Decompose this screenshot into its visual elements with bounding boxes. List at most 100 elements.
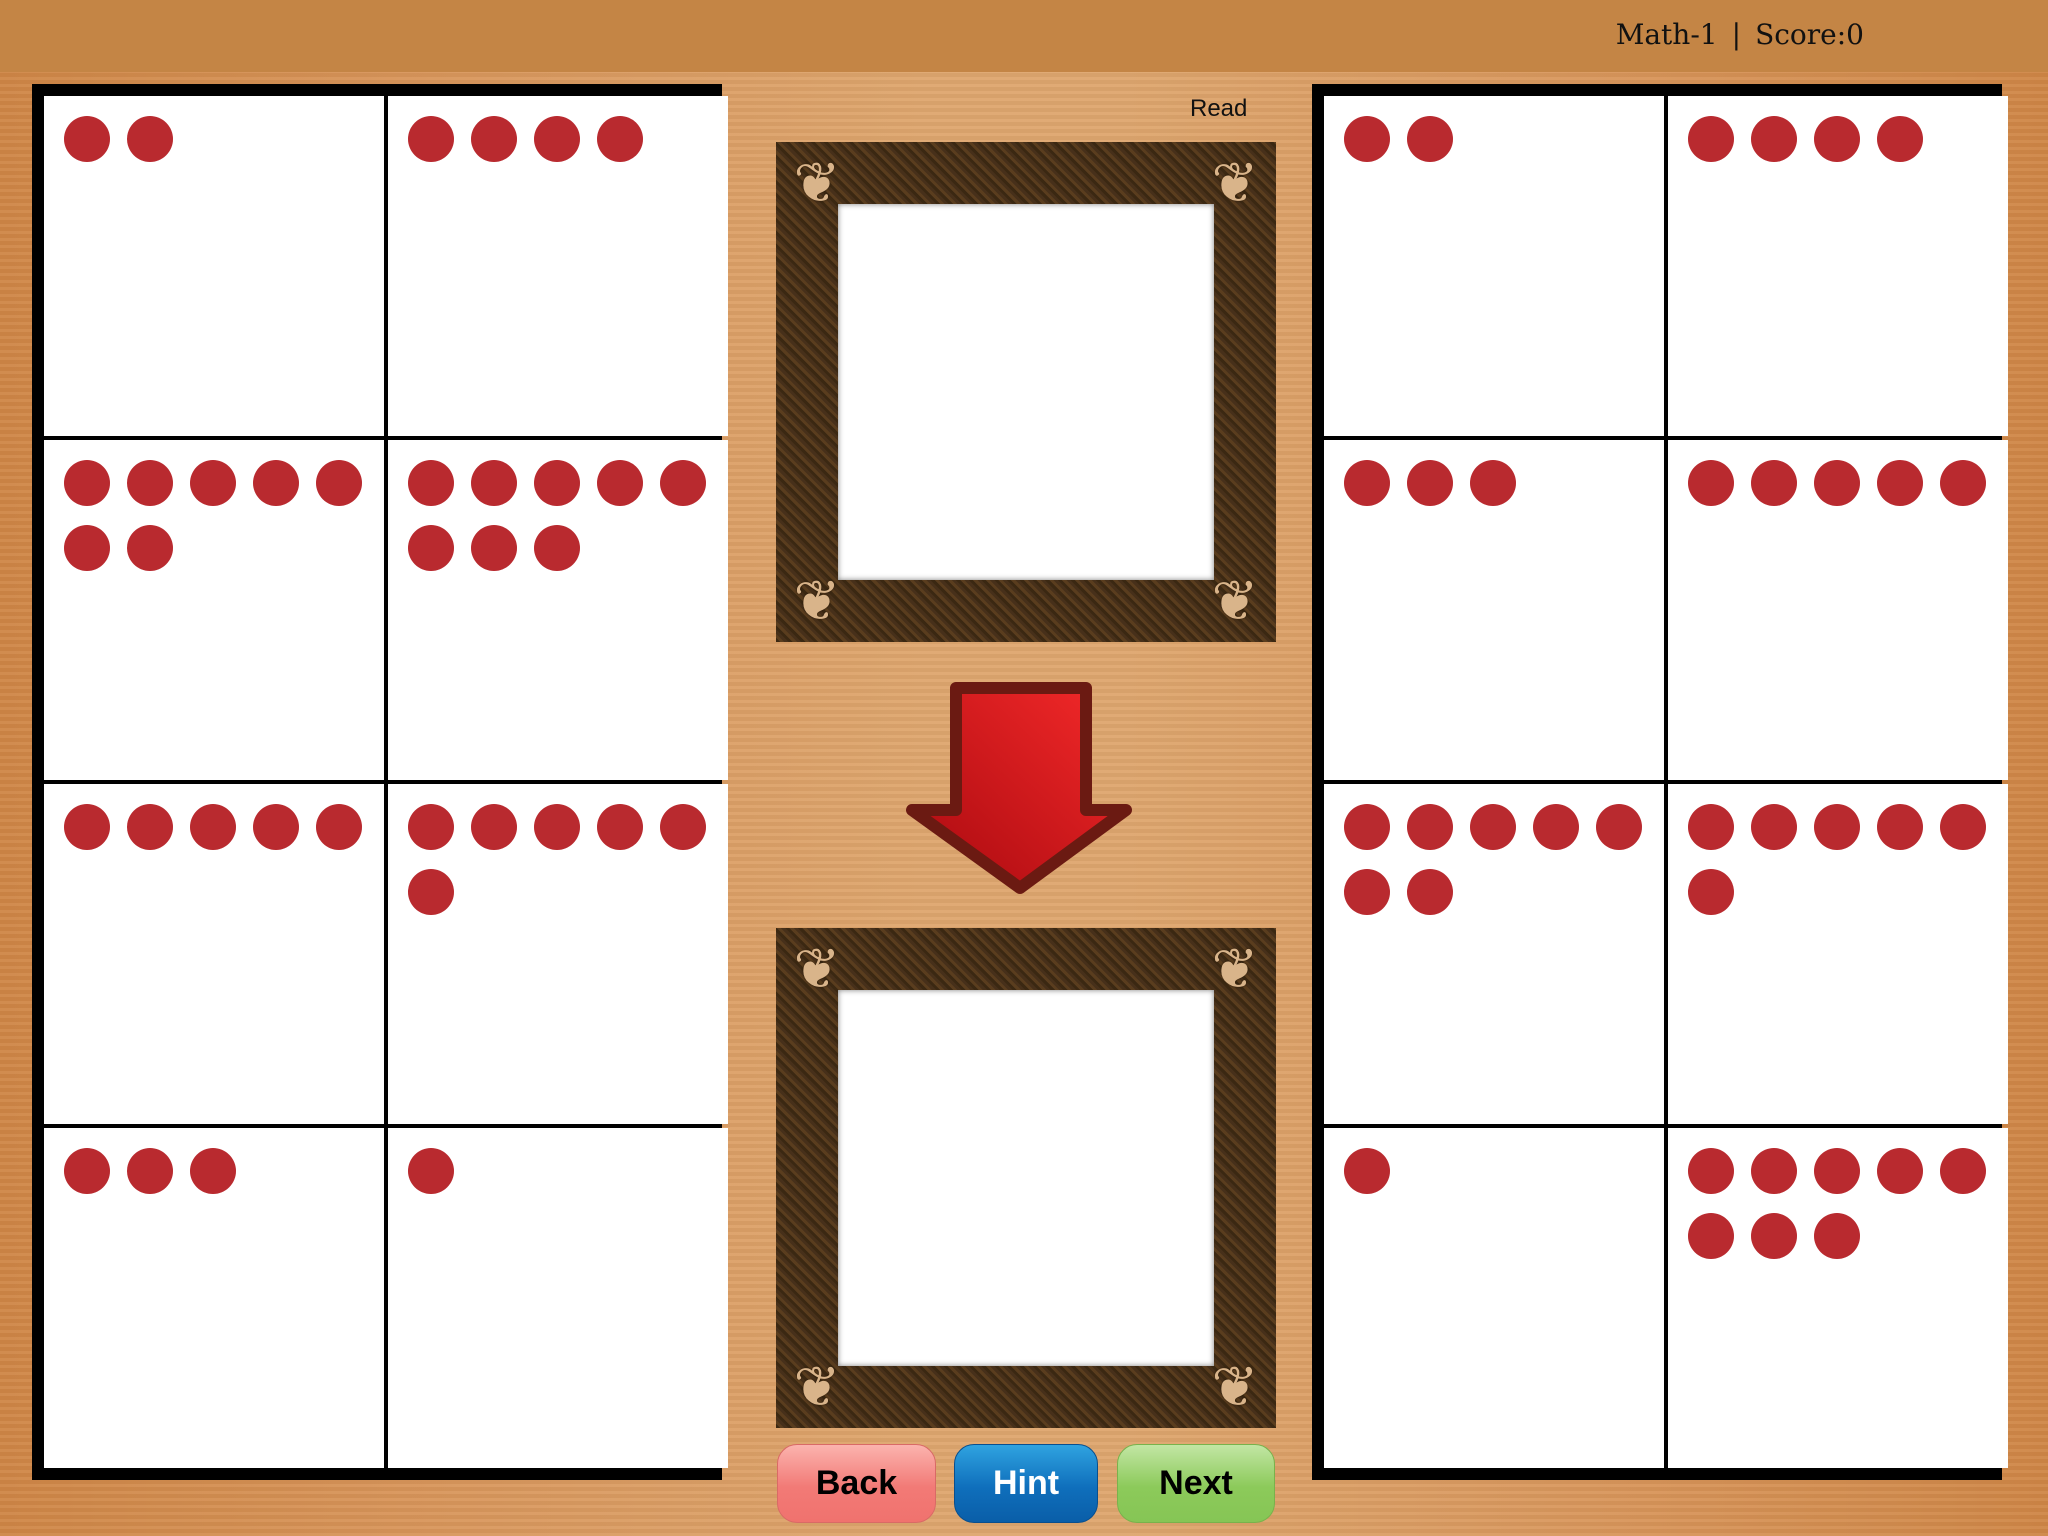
ornament-icon: ❦ bbox=[793, 1355, 841, 1418]
dot-icon bbox=[408, 116, 454, 162]
frame-border bbox=[776, 142, 1276, 642]
dot-icon bbox=[190, 804, 236, 850]
dot-icon bbox=[660, 804, 706, 850]
dot-icon bbox=[1688, 869, 1734, 915]
dot-card[interactable] bbox=[1668, 440, 2008, 780]
dot-card[interactable] bbox=[1668, 1128, 2008, 1468]
dot-icon bbox=[597, 460, 643, 506]
dot-card[interactable] bbox=[44, 1128, 384, 1468]
dot-icon bbox=[1407, 116, 1453, 162]
dot-icon bbox=[64, 460, 110, 506]
dot-card[interactable] bbox=[44, 96, 384, 436]
lesson-label: Math-1 bbox=[1615, 18, 1718, 51]
dot-icon bbox=[64, 116, 110, 162]
dot-icon bbox=[471, 116, 517, 162]
status-bar: Math-1 | Score:0 bbox=[1616, 18, 1864, 51]
dot-icon bbox=[408, 1148, 454, 1194]
dot-icon bbox=[127, 804, 173, 850]
dot-card[interactable] bbox=[1668, 96, 2008, 436]
dot-icon bbox=[534, 804, 580, 850]
dot-icon bbox=[1344, 116, 1390, 162]
dot-card[interactable] bbox=[1324, 784, 1664, 1124]
dot-icon bbox=[471, 525, 517, 571]
dot-icon bbox=[1751, 116, 1797, 162]
dot-icon bbox=[1877, 804, 1923, 850]
down-arrow-icon bbox=[906, 682, 1132, 894]
dot-icon bbox=[534, 525, 580, 571]
separator: | bbox=[1731, 18, 1742, 51]
dot-icon bbox=[1407, 460, 1453, 506]
dot-group bbox=[64, 804, 384, 850]
dot-card[interactable] bbox=[388, 1128, 728, 1468]
dot-icon bbox=[316, 460, 362, 506]
dot-icon bbox=[1596, 804, 1642, 850]
dot-icon bbox=[190, 460, 236, 506]
dot-icon bbox=[127, 116, 173, 162]
dot-icon bbox=[1814, 1213, 1860, 1259]
dot-card[interactable] bbox=[1324, 96, 1664, 436]
left-card-panel bbox=[32, 84, 728, 1480]
dot-icon bbox=[1751, 804, 1797, 850]
dot-group bbox=[1688, 460, 2008, 506]
dot-icon bbox=[1814, 804, 1860, 850]
dot-icon bbox=[127, 460, 173, 506]
back-button[interactable]: Back bbox=[777, 1444, 936, 1523]
dot-icon bbox=[471, 804, 517, 850]
dot-group bbox=[1688, 116, 2008, 162]
dot-group bbox=[408, 460, 728, 571]
dot-icon bbox=[534, 116, 580, 162]
dot-icon bbox=[64, 804, 110, 850]
dot-card[interactable] bbox=[388, 784, 728, 1124]
dot-card[interactable] bbox=[1668, 784, 2008, 1124]
dot-icon bbox=[1688, 116, 1734, 162]
dot-card[interactable] bbox=[1324, 1128, 1664, 1468]
dot-icon bbox=[1344, 804, 1390, 850]
dot-icon bbox=[1688, 460, 1734, 506]
ornament-icon: ❦ bbox=[1211, 937, 1259, 1000]
dot-icon bbox=[1940, 804, 1986, 850]
dot-icon bbox=[1751, 1148, 1797, 1194]
answer-drop-frame[interactable]: ❦ ❦ ❦ ❦ bbox=[776, 928, 1276, 1428]
dot-icon bbox=[316, 804, 362, 850]
dot-icon bbox=[471, 460, 517, 506]
dot-group bbox=[1344, 1148, 1664, 1194]
dot-icon bbox=[1940, 460, 1986, 506]
dot-group bbox=[408, 1148, 728, 1194]
top-bar: Math-1 | Score:0 bbox=[0, 0, 2048, 72]
dot-icon bbox=[1877, 1148, 1923, 1194]
dot-group bbox=[1344, 804, 1664, 915]
dot-icon bbox=[1470, 804, 1516, 850]
target-frame[interactable]: ❦ ❦ ❦ ❦ bbox=[776, 142, 1276, 642]
dot-group bbox=[408, 116, 728, 162]
dot-card[interactable] bbox=[388, 440, 728, 780]
dot-icon bbox=[64, 525, 110, 571]
dot-group bbox=[408, 804, 728, 915]
dot-card[interactable] bbox=[44, 440, 384, 780]
dot-icon bbox=[1344, 869, 1390, 915]
dot-icon bbox=[597, 804, 643, 850]
read-button[interactable]: Read bbox=[1190, 95, 1247, 123]
next-button[interactable]: Next bbox=[1117, 1444, 1275, 1523]
dot-group bbox=[1344, 116, 1664, 162]
dot-icon bbox=[408, 460, 454, 506]
dot-icon bbox=[1877, 116, 1923, 162]
dot-icon bbox=[1344, 460, 1390, 506]
dot-icon bbox=[1688, 1148, 1734, 1194]
dot-card[interactable] bbox=[1324, 440, 1664, 780]
ornament-icon: ❦ bbox=[1211, 569, 1259, 632]
dot-icon bbox=[408, 525, 454, 571]
ornament-icon: ❦ bbox=[1211, 1355, 1259, 1418]
right-card-panel bbox=[1312, 84, 2008, 1480]
dot-icon bbox=[1814, 460, 1860, 506]
dot-icon bbox=[190, 1148, 236, 1194]
dot-card[interactable] bbox=[388, 96, 728, 436]
frame-border bbox=[776, 928, 1276, 1428]
dot-group bbox=[1688, 804, 2008, 915]
hint-button[interactable]: Hint bbox=[954, 1444, 1098, 1523]
ornament-icon: ❦ bbox=[793, 569, 841, 632]
ornament-icon: ❦ bbox=[793, 151, 841, 214]
dot-card[interactable] bbox=[44, 784, 384, 1124]
dot-icon bbox=[1814, 1148, 1860, 1194]
dot-group bbox=[1688, 1148, 2008, 1259]
dot-icon bbox=[408, 869, 454, 915]
